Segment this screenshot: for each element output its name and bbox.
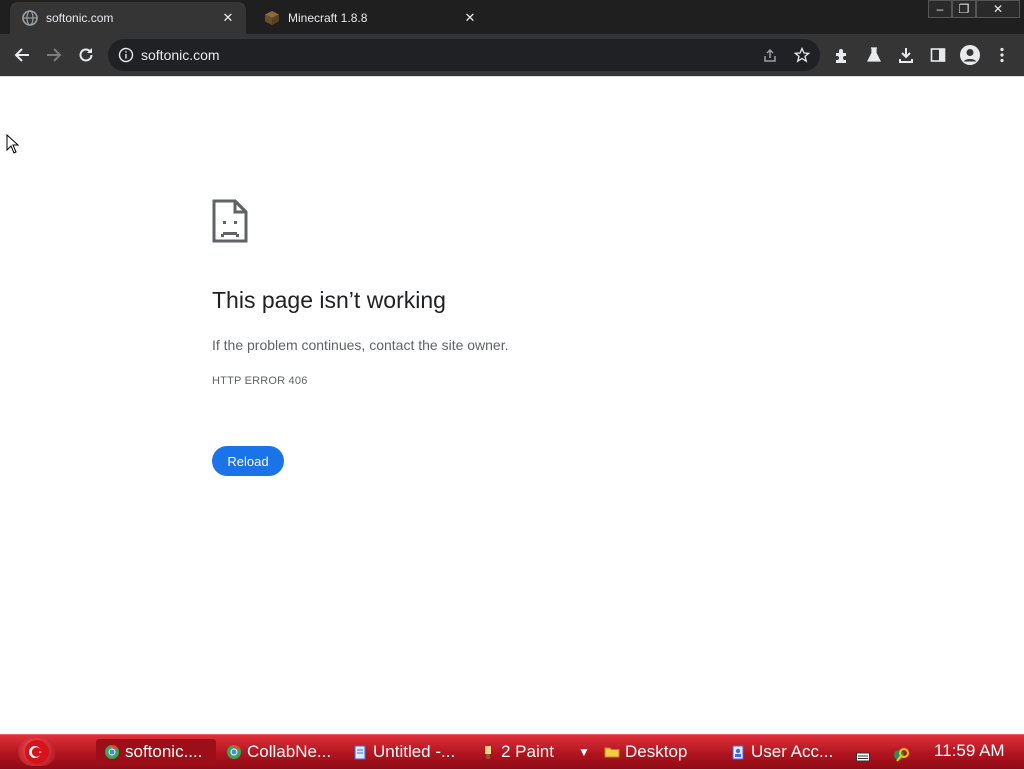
turkey-flag-icon: [25, 740, 49, 764]
arrow-right-icon: [47, 48, 62, 62]
refresh-icon: [79, 48, 93, 62]
forward-button[interactable]: [40, 41, 68, 69]
error-heading: This page isn’t working: [212, 287, 446, 313]
taskbar-group-dropdown-icon[interactable]: ▼: [578, 739, 590, 765]
restore-button[interactable]: ❐: [952, 0, 976, 18]
tab-close-icon[interactable]: ✕: [462, 10, 478, 26]
folder-icon: [604, 744, 620, 760]
taskbar-item-label: CollabNe...: [247, 742, 332, 761]
browser-titlebar: softonic.com ✕ Minecraft 1.8.8 ✕ – ❐ ✕: [0, 0, 1024, 34]
taskbar-item-label: softonic....: [125, 742, 203, 761]
tab-minecraft[interactable]: Minecraft 1.8.8 ✕: [252, 2, 488, 34]
taskbar-item-label: Desktop: [625, 742, 688, 761]
taskbar-item-paint[interactable]: 2 Paint: [480, 739, 554, 765]
reload-button[interactable]: Reload: [212, 446, 284, 476]
close-icon: ✕: [992, 2, 1004, 16]
taskbar-item-label: Untitled -...: [373, 742, 456, 761]
arrow-left-icon: [14, 48, 29, 62]
minecraft-icon: [264, 10, 280, 26]
keyboard-icon[interactable]: [856, 744, 870, 770]
tab-title: softonic.com: [46, 11, 114, 25]
taskbar-item-untitled[interactable]: Untitled -...: [352, 739, 455, 765]
address-bar[interactable]: softonic.com: [108, 39, 820, 71]
start-button[interactable]: [18, 738, 56, 766]
error-code: HTTP ERROR 406: [212, 375, 308, 387]
taskbar-item-softonic[interactable]: softonic....: [96, 739, 216, 765]
taskbar-item-collabnet[interactable]: CollabNe...: [226, 739, 331, 765]
taskbar-item-user-accounts[interactable]: User Acc...: [730, 739, 833, 765]
back-button[interactable]: [8, 41, 36, 69]
mouse-cursor-icon: [6, 133, 20, 159]
browser-toolbar: softonic.com: [0, 34, 1024, 76]
content-divider: [0, 76, 1024, 77]
close-window-button[interactable]: ✕: [976, 0, 1020, 18]
chrome-icon: [104, 744, 120, 760]
restore-icon: ❐: [958, 2, 970, 16]
user-accounts-icon: [730, 744, 746, 760]
tab-close-icon[interactable]: ✕: [220, 10, 236, 26]
taskbar-item-label: User Acc...: [751, 742, 834, 761]
extensions-icon[interactable]: [832, 45, 852, 65]
minimize-icon: –: [936, 2, 944, 16]
profile-avatar-icon[interactable]: [958, 43, 982, 67]
star-icon[interactable]: [792, 45, 812, 65]
network-tray-icon[interactable]: [892, 742, 910, 768]
share-icon[interactable]: [760, 45, 780, 65]
sad-page-icon: [212, 199, 248, 248]
taskbar-item-desktop[interactable]: Desktop: [604, 739, 687, 765]
notepad-icon: [352, 744, 368, 760]
tab-title: Minecraft 1.8.8: [288, 11, 368, 25]
tab-softonic[interactable]: softonic.com ✕: [10, 2, 246, 34]
taskbar: softonic.... CollabNe... Untitled -... 2…: [0, 734, 1024, 769]
labs-flask-icon[interactable]: [864, 45, 884, 65]
globe-icon: [22, 10, 38, 26]
more-menu-icon[interactable]: [992, 45, 1012, 65]
download-icon[interactable]: [896, 45, 916, 65]
minimize-button[interactable]: –: [928, 0, 952, 18]
chrome-icon: [226, 744, 242, 760]
clock[interactable]: 11:59 AM: [934, 741, 1005, 761]
taskbar-item-label: 2 Paint: [501, 742, 554, 761]
reload-toolbar-button[interactable]: [72, 41, 100, 69]
info-icon[interactable]: [118, 47, 134, 63]
address-url: softonic.com: [141, 47, 220, 63]
paint-icon: [480, 744, 496, 760]
error-message: If the problem continues, contact the si…: [212, 337, 509, 353]
side-panel-icon[interactable]: [928, 45, 948, 65]
